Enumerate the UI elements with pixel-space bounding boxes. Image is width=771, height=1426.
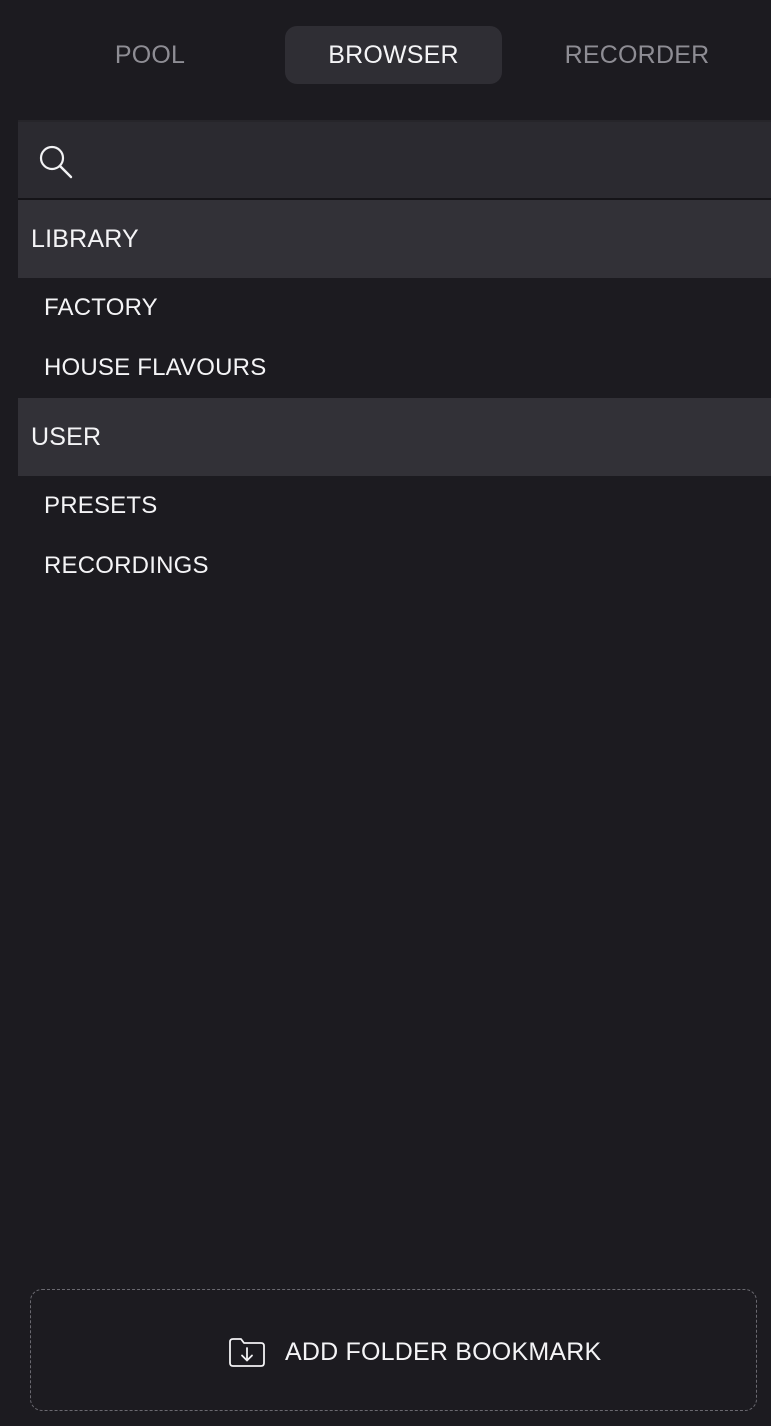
section-header-library: LIBRARY — [18, 200, 771, 278]
list-item-presets[interactable]: PRESETS — [18, 476, 771, 536]
list-item-house-flavours[interactable]: HOUSE FLAVOURS — [18, 338, 771, 398]
list-item-recordings[interactable]: RECORDINGS — [18, 536, 771, 596]
tab-bar: POOL BROWSER RECORDER — [0, 0, 771, 112]
search-input[interactable] — [88, 134, 752, 190]
section-header-user: USER — [18, 398, 771, 476]
list-item-factory[interactable]: FACTORY — [18, 278, 771, 338]
search-icon[interactable] — [38, 144, 74, 180]
folder-download-icon — [229, 1338, 265, 1367]
browser-panel: LIBRARY FACTORY HOUSE FLAVOURS USER PRES… — [18, 120, 771, 596]
tab-pool[interactable]: POOL — [42, 26, 258, 84]
add-folder-bookmark-button[interactable]: ADD FOLDER BOOKMARK — [30, 1289, 757, 1411]
tab-browser[interactable]: BROWSER — [285, 26, 502, 84]
add-folder-bookmark-label: ADD FOLDER BOOKMARK — [285, 1338, 602, 1366]
search-bar — [18, 120, 771, 200]
tab-recorder[interactable]: RECORDER — [528, 26, 746, 84]
